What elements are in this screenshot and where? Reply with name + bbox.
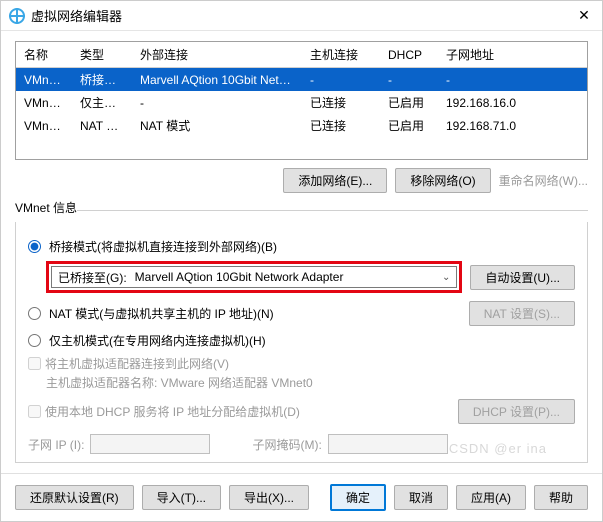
rename-network-link: 重命名网络(W)...: [499, 172, 588, 189]
chevron-down-icon: ⌄: [436, 272, 456, 283]
subnet-mask-field: [328, 434, 448, 454]
help-button[interactable]: 帮助: [534, 485, 588, 510]
check-host-adapter-label: 将主机虚拟适配器连接到此网络(V): [45, 355, 229, 372]
col-external[interactable]: 外部连接: [132, 42, 302, 68]
subnet-ip-label: 子网 IP (I):: [28, 436, 84, 453]
radio-bridged[interactable]: [28, 240, 41, 253]
radio-bridged-label: 桥接模式(将虚拟机直接连接到外部网络)(B): [49, 238, 277, 255]
check-host-adapter: [28, 357, 41, 370]
radio-hostonly[interactable]: [28, 334, 41, 347]
col-dhcp[interactable]: DHCP: [380, 42, 438, 68]
close-button[interactable]: ✕: [574, 6, 594, 26]
bridged-adapter-select[interactable]: 已桥接至(G): Marvell AQtion 10Gbit Network A…: [51, 266, 457, 288]
globe-icon: [9, 8, 25, 24]
cancel-button[interactable]: 取消: [394, 485, 448, 510]
dhcp-settings-button: DHCP 设置(P)...: [458, 399, 575, 424]
subnet-mask-label: 子网掩码(M):: [252, 436, 321, 453]
table-row[interactable]: VMnet0 桥接模式 Marvell AQtion 10Gbit Netw..…: [16, 68, 587, 92]
import-button[interactable]: 导入(T)...: [142, 485, 221, 510]
check-dhcp-label: 使用本地 DHCP 服务将 IP 地址分配给虚拟机(D): [45, 403, 300, 420]
table-row[interactable]: VMnet8 NAT 模式 NAT 模式 已连接 已启用 192.168.71.…: [16, 114, 587, 137]
restore-defaults-button[interactable]: 还原默认设置(R): [15, 485, 134, 510]
col-name[interactable]: 名称: [16, 42, 72, 68]
network-table[interactable]: 名称 类型 外部连接 主机连接 DHCP 子网地址 VMnet0 桥接模式 Ma…: [15, 41, 588, 160]
add-network-button[interactable]: 添加网络(E)...: [283, 168, 387, 193]
subnet-ip-field: [90, 434, 210, 454]
col-type[interactable]: 类型: [72, 42, 132, 68]
window-title: 虚拟网络编辑器: [31, 6, 574, 25]
nat-settings-button: NAT 设置(S)...: [469, 301, 575, 326]
col-subnet[interactable]: 子网地址: [438, 42, 587, 68]
host-adapter-name: 主机虚拟适配器名称: VMware 网络适配器 VMnet0: [46, 374, 575, 391]
radio-hostonly-label: 仅主机模式(在专用网络内连接虚拟机)(H): [49, 332, 266, 349]
remove-network-button[interactable]: 移除网络(O): [395, 168, 490, 193]
col-host[interactable]: 主机连接: [302, 42, 380, 68]
ok-button[interactable]: 确定: [330, 484, 386, 511]
auto-settings-button[interactable]: 自动设置(U)...: [470, 265, 575, 290]
table-row[interactable]: VMnet1 仅主机... - 已连接 已启用 192.168.16.0: [16, 91, 587, 114]
apply-button[interactable]: 应用(A): [456, 485, 526, 510]
export-button[interactable]: 导出(X)...: [229, 485, 309, 510]
vmnet-info-label: VMnet 信息: [15, 199, 77, 216]
radio-nat-label: NAT 模式(与虚拟机共享主机的 IP 地址)(N): [49, 305, 274, 322]
bridged-adapter-value: Marvell AQtion 10Gbit Network Adapter: [133, 270, 436, 284]
bridged-to-label: 已桥接至(G):: [52, 269, 133, 286]
radio-nat[interactable]: [28, 307, 41, 320]
check-dhcp: [28, 405, 41, 418]
